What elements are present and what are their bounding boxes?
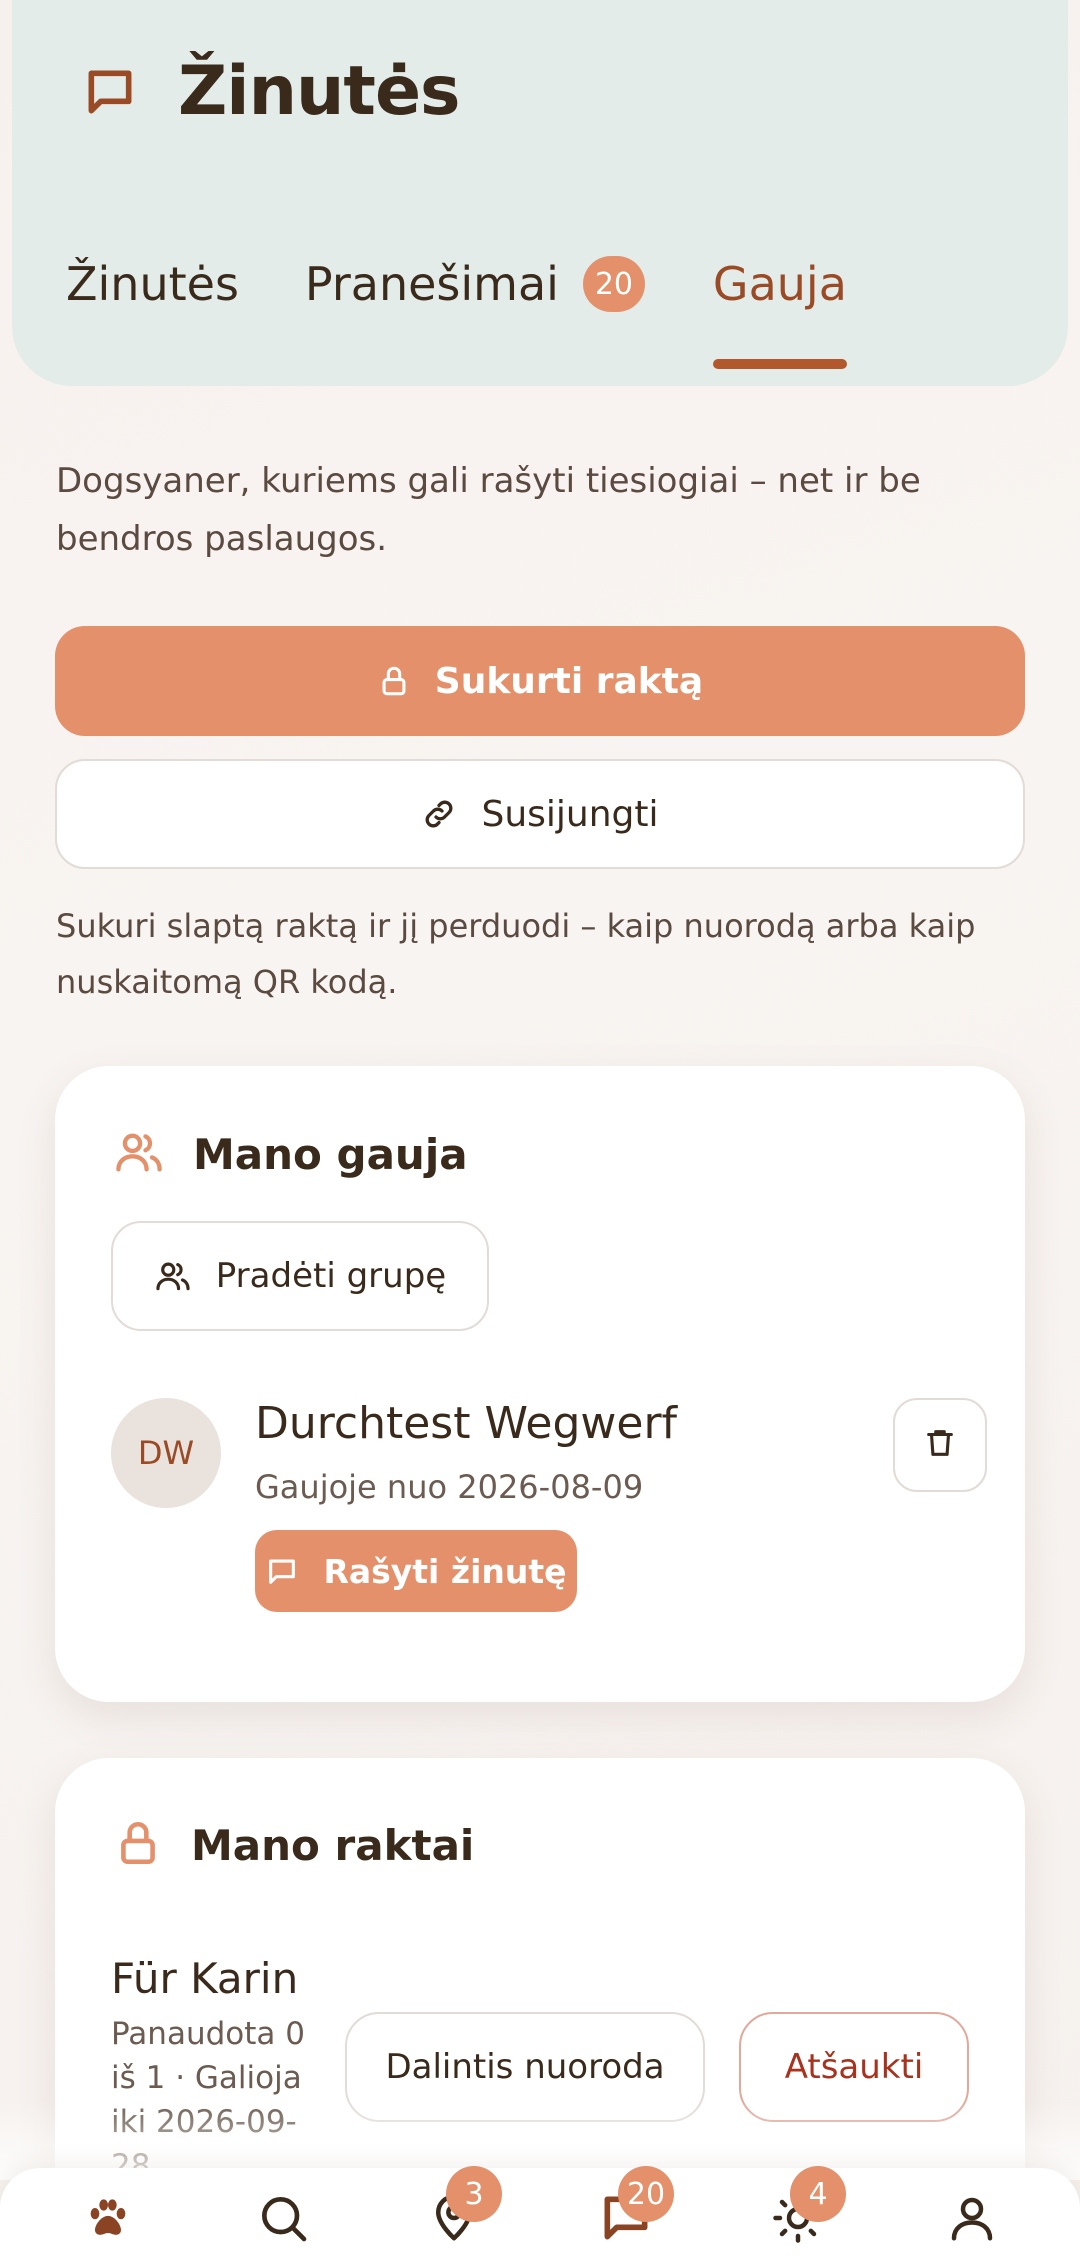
gang-member-row: DW Durchtest Wegwerf Gaujoje nuo 2026-08… (111, 1398, 987, 1648)
users-icon (113, 1126, 165, 1182)
notifications-count-badge: 20 (582, 256, 645, 312)
trash-icon (923, 1426, 957, 1464)
nav-activity[interactable]: 4 (768, 2166, 846, 2250)
start-group-label: Pradėti grupę (215, 1256, 447, 1296)
connect-label: Susijungti (481, 793, 659, 835)
write-message-label: Rašyti žinutę (323, 1551, 567, 1591)
intro-text: Dogsyaner, kuriems gali rašyti tiesiogia… (56, 461, 921, 559)
title-row: Žinutės (72, 52, 461, 131)
paw-icon (82, 2192, 134, 2248)
search-icon (255, 2190, 311, 2250)
chat-icon (265, 1554, 299, 1588)
nav-map[interactable]: 3 (424, 2166, 502, 2250)
key-name: Für Karin (111, 1954, 299, 2003)
create-key-label: Sukurti raktą (434, 660, 704, 702)
map-badge: 3 (446, 2166, 502, 2222)
nav-messages[interactable]: 20 (596, 2166, 674, 2250)
member-since: Gaujoje nuo 2026-08-09 (255, 1468, 644, 1506)
my-keys-title: Mano raktai (191, 1820, 475, 1870)
nav-home[interactable] (78, 2190, 138, 2250)
start-group-button[interactable]: Pradėti grupę (111, 1221, 489, 1331)
bottom-nav: 3 20 4 (0, 2166, 1080, 2268)
tab-bar: Žinutės Pranešimai 20 Gauja (66, 256, 847, 369)
messages-badge: 20 (618, 2166, 674, 2222)
key-hint-text: Sukuri slaptą raktą ir jį perduodi – kai… (56, 907, 976, 1001)
create-key-button[interactable]: Sukurti raktą (55, 626, 1025, 736)
nav-profile[interactable] (942, 2190, 1002, 2250)
tab-gang[interactable]: Gauja (712, 257, 847, 369)
header-panel: Žinutės Žinutės Pranešimai 20 Gauja (12, 0, 1068, 386)
lock-icon (377, 664, 411, 698)
chat-icon (72, 54, 148, 130)
my-gang-header: Mano gauja (113, 1126, 468, 1182)
write-message-button[interactable]: Rašyti žinutę (255, 1530, 577, 1612)
tab-notifications-label: Pranešimai (304, 257, 559, 311)
member-name: Durchtest Wegwerf (255, 1398, 678, 1449)
delete-member-button[interactable] (893, 1398, 987, 1492)
link-icon (421, 796, 457, 832)
avatar: DW (111, 1398, 221, 1508)
my-gang-card: Mano gauja Pradėti grupę DW Durchtest We… (55, 1066, 1025, 1702)
activity-badge: 4 (790, 2166, 846, 2222)
my-gang-title: Mano gauja (193, 1129, 468, 1179)
lock-icon (113, 1818, 163, 1872)
nav-search[interactable] (253, 2190, 313, 2250)
my-keys-header: Mano raktai (113, 1818, 474, 1872)
connect-button[interactable]: Susijungti (55, 759, 1025, 869)
tab-messages[interactable]: Žinutės (66, 257, 239, 311)
tab-notifications[interactable]: Pranešimai 20 (305, 256, 645, 312)
page-title: Žinutės (178, 52, 461, 131)
users-icon (154, 1257, 192, 1295)
profile-icon (945, 2191, 999, 2249)
